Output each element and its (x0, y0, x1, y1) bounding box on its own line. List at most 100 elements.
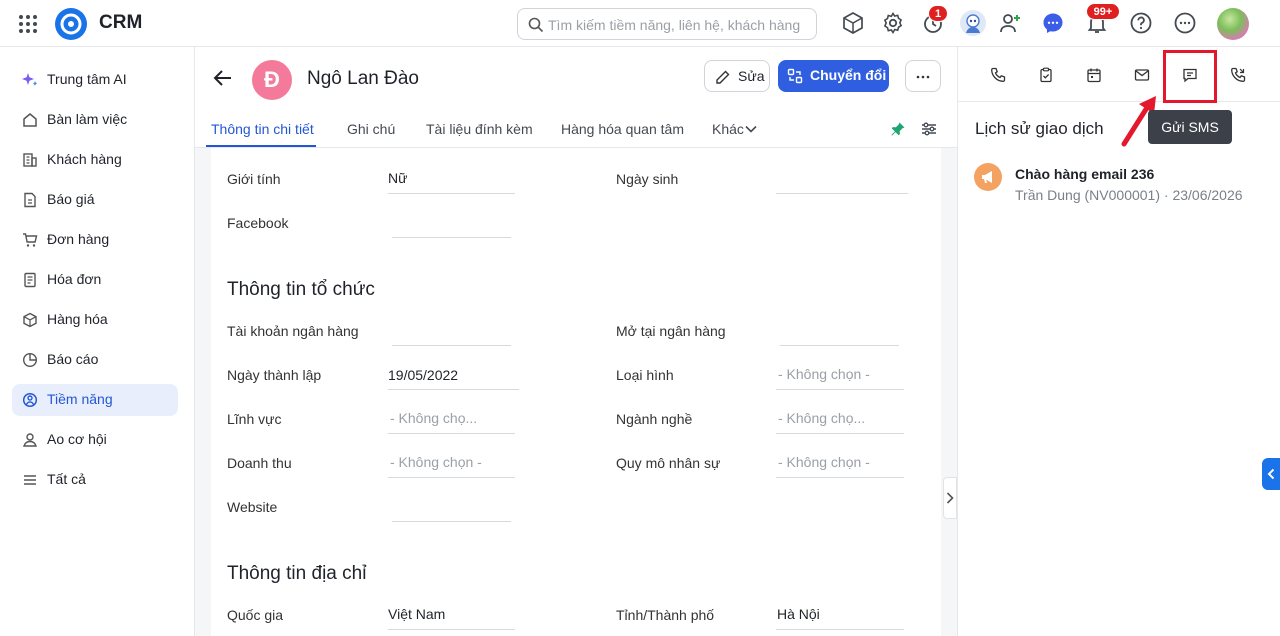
detail-form: Giới tính Nữ Ngày sinh Facebook Thông ti… (211, 148, 941, 636)
chevron-down-icon (745, 125, 757, 133)
record-name: Ngô Lan Đào (307, 68, 419, 89)
bank-account-field[interactable] (392, 345, 511, 346)
sidebar-item-orders[interactable]: Đơn hàng (12, 224, 178, 256)
target-icon (22, 392, 38, 408)
gender-field[interactable]: Nữ (388, 170, 407, 186)
bank-at-label: Mở tại ngân hàng (616, 323, 726, 339)
revenue-select[interactable]: - Không chọn - (390, 454, 482, 470)
ellipsis-icon (916, 70, 930, 84)
cart-icon (22, 232, 38, 248)
city-underline (776, 629, 904, 630)
bot-avatar-icon[interactable] (960, 10, 986, 36)
history-item[interactable]: Chào hàng email 236 Trần Dung (NV000001)… (974, 161, 1274, 205)
package-settings-icon[interactable] (841, 11, 865, 35)
gear-icon[interactable] (881, 11, 905, 35)
sparkle-icon (22, 72, 38, 88)
tab-attachments[interactable]: Tài liệu đính kèm (426, 121, 533, 137)
country-field[interactable]: Việt Nam (388, 606, 445, 622)
pie-chart-icon (22, 352, 38, 368)
brand-name: CRM (99, 12, 143, 33)
field-label: Lĩnh vực (227, 411, 282, 427)
history-item-title: Chào hàng email 236 (1015, 166, 1155, 182)
birthday-label: Ngày sinh (616, 171, 679, 187)
tab-other-label: Khác (712, 121, 744, 137)
home-icon (22, 112, 38, 128)
country-underline (388, 629, 515, 630)
bank-at-field[interactable] (780, 345, 899, 346)
sidebar-item-products[interactable]: Hàng hóa (12, 304, 178, 336)
type-label: Loại hình (616, 367, 674, 383)
menu-icon (22, 472, 38, 488)
record-avatar: Đ (252, 60, 292, 100)
sidebar-item-leads[interactable]: Tiềm năng (12, 384, 178, 416)
facebook-field[interactable] (392, 237, 511, 238)
panel-collapse-handle[interactable] (943, 477, 957, 519)
pencil-icon (715, 69, 731, 85)
tab-products-of-interest[interactable]: Hàng hóa quan tâm (561, 121, 684, 137)
tab-details[interactable]: Thông tin chi tiết (211, 121, 314, 137)
revenue-underline (388, 477, 515, 478)
field-select[interactable]: - Không chọ... (390, 410, 477, 426)
sidebar: Trung tâm AI Bàn làm việc Khách hàng Báo… (0, 47, 195, 636)
city-field[interactable]: Hà Nội (777, 606, 820, 622)
sidebar-item-opportunity-pool[interactable]: Ao cơ hội (12, 424, 178, 456)
detail-tabs: Thông tin chi tiết Ghi chú Tài liệu đính… (195, 109, 957, 148)
record-detail: Đ Ngô Lan Đào Sửa Chuyển đổi Thông tin c… (195, 47, 957, 636)
send-sms-tooltip: Gửi SMS (1148, 110, 1232, 144)
type-select[interactable]: - Không chọn - (778, 366, 870, 382)
industry-select[interactable]: - Không chọ... (778, 410, 865, 426)
search-input[interactable] (548, 15, 810, 35)
crm-logo-icon[interactable] (55, 8, 87, 40)
chevron-right-icon (946, 492, 954, 504)
history-item-meta: Trần Dung (NV000001) · 23/06/2026 (1015, 187, 1243, 203)
tab-other[interactable]: Khác (712, 121, 744, 137)
side-drawer-toggle[interactable] (1262, 458, 1280, 490)
sidebar-item-quotes[interactable]: Báo giá (12, 184, 178, 216)
founded-field[interactable]: 19/05/2022 (388, 367, 458, 383)
building-icon (22, 152, 38, 168)
address-section-title: Thông tin địa chỉ (227, 563, 367, 584)
convert-button[interactable]: Chuyển đổi (778, 60, 889, 92)
phone-icon[interactable] (990, 67, 1006, 83)
sliders-icon[interactable] (921, 121, 937, 137)
birthday-field[interactable] (776, 193, 908, 194)
facebook-label: Facebook (227, 215, 289, 231)
more-icon[interactable] (1173, 11, 1197, 35)
quote-icon (22, 192, 38, 208)
chevron-left-icon (1266, 468, 1276, 480)
staff-size-label: Quy mô nhân sự (616, 455, 721, 471)
help-icon[interactable] (1129, 11, 1153, 35)
tab-notes[interactable]: Ghi chú (347, 121, 395, 137)
staff-size-select[interactable]: - Không chọn - (778, 454, 870, 470)
pin-icon[interactable] (890, 121, 906, 137)
sidebar-item-reports[interactable]: Báo cáo (12, 344, 178, 376)
sidebar-item-customers[interactable]: Khách hàng (12, 144, 178, 176)
staff-size-underline (776, 477, 904, 478)
sidebar-item-ai-center[interactable]: Trung tâm AI (12, 64, 178, 96)
more-actions-button[interactable] (905, 60, 941, 92)
email-icon[interactable] (1134, 67, 1150, 83)
apps-grid-icon[interactable] (16, 12, 40, 36)
messenger-icon[interactable] (1041, 11, 1065, 35)
global-search[interactable] (517, 8, 817, 40)
sidebar-item-all[interactable]: Tất cả (12, 464, 178, 496)
country-label: Quốc gia (227, 607, 284, 623)
add-user-icon[interactable] (998, 11, 1022, 35)
website-field[interactable] (392, 521, 511, 522)
invoice-icon (22, 272, 38, 288)
industry-label: Ngành nghề (616, 411, 693, 427)
task-icon[interactable] (1038, 67, 1054, 83)
org-section-title: Thông tin tổ chức (227, 279, 375, 300)
calendar-icon[interactable] (1086, 67, 1102, 83)
user-avatar[interactable] (1217, 8, 1249, 40)
back-arrow-icon[interactable] (213, 68, 233, 88)
gender-label: Giới tính (227, 171, 281, 187)
convert-icon (787, 68, 803, 84)
pool-icon (22, 432, 38, 448)
founded-underline (388, 389, 519, 390)
edit-button[interactable]: Sửa (704, 60, 770, 92)
sidebar-item-invoices[interactable]: Hóa đơn (12, 264, 178, 296)
sidebar-item-workdesk[interactable]: Bàn làm việc (12, 104, 178, 136)
call-log-icon[interactable] (1230, 67, 1246, 83)
activity-panel: Gửi SMS Lịch sử giao dịch Chào hàng emai… (957, 47, 1280, 636)
